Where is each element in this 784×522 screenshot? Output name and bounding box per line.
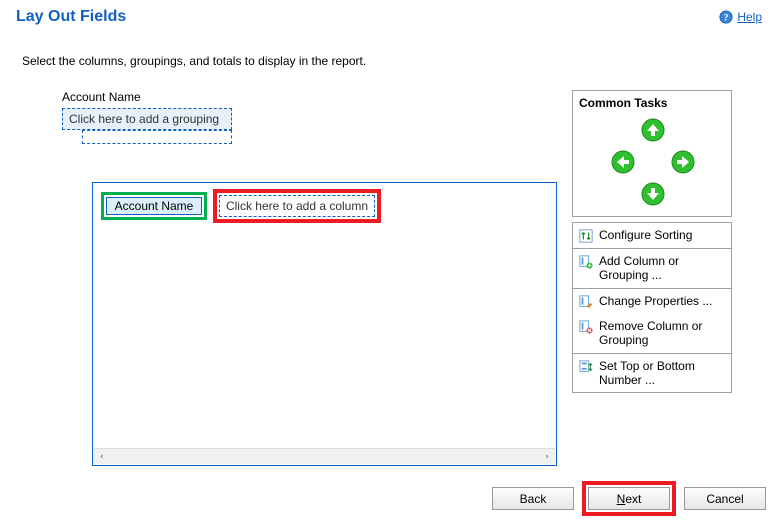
common-tasks-panel: Common Tasks <box>572 90 732 393</box>
next-button-highlight: Next <box>582 481 676 516</box>
task-set-top-bottom-number[interactable]: Set Top or Bottom Number ... <box>573 354 731 393</box>
add-column-box[interactable]: Click here to add a column <box>219 195 375 217</box>
page-title: Lay Out Fields <box>12 8 126 26</box>
next-button[interactable]: Next <box>588 487 670 510</box>
arrow-right-icon <box>671 150 695 174</box>
sort-icon <box>579 229 593 243</box>
move-up-button[interactable] <box>641 118 665 142</box>
task-label: Change Properties ... <box>599 294 712 308</box>
wizard-footer: Back Next Cancel <box>492 481 766 516</box>
task-remove-column-or-grouping[interactable]: Remove Column or Grouping <box>573 314 731 353</box>
top-bottom-icon <box>579 360 593 374</box>
task-label: Set Top or Bottom Number ... <box>599 359 725 388</box>
task-change-properties[interactable]: Change Properties ... <box>573 289 731 314</box>
grouping-field-label: Account Name <box>62 90 562 104</box>
design-area: Account Name Click here to add a groupin… <box>52 90 562 468</box>
column-account-highlight: Account Name <box>101 192 207 220</box>
instruction-text: Select the columns, groupings, and total… <box>22 54 772 68</box>
horizontal-scrollbar[interactable]: ‹ › <box>94 448 555 464</box>
move-left-button[interactable] <box>611 150 635 174</box>
add-column-icon <box>579 255 593 269</box>
arrow-left-icon <box>611 150 635 174</box>
sub-grouping-placeholder[interactable] <box>82 130 232 144</box>
add-grouping-box[interactable]: Click here to add a grouping <box>62 108 232 130</box>
report-canvas: Account Name Click here to add a column … <box>92 182 557 466</box>
arrow-up-icon <box>641 118 665 142</box>
remove-column-icon <box>579 320 593 334</box>
back-button[interactable]: Back <box>492 487 574 510</box>
arrow-down-icon <box>641 182 665 206</box>
scroll-right-icon[interactable]: › <box>539 449 555 465</box>
task-label: Add Column or Grouping ... <box>599 254 725 283</box>
help-icon: ? <box>719 10 733 24</box>
cancel-button[interactable]: Cancel <box>684 487 766 510</box>
column-add-highlight: Click here to add a column <box>213 189 381 223</box>
help-label: Help <box>737 10 762 24</box>
scroll-left-icon[interactable]: ‹ <box>94 449 110 465</box>
move-right-button[interactable] <box>671 150 695 174</box>
properties-icon <box>579 295 593 309</box>
common-tasks-title: Common Tasks <box>573 91 731 110</box>
task-label: Remove Column or Grouping <box>599 319 725 348</box>
svg-text:?: ? <box>724 13 729 24</box>
task-label: Configure Sorting <box>599 228 692 242</box>
move-down-button[interactable] <box>641 182 665 206</box>
column-account-name[interactable]: Account Name <box>106 197 202 215</box>
task-add-column-or-grouping[interactable]: Add Column or Grouping ... <box>573 249 731 288</box>
help-link[interactable]: ? Help <box>719 8 772 24</box>
task-configure-sorting[interactable]: Configure Sorting <box>573 223 731 248</box>
